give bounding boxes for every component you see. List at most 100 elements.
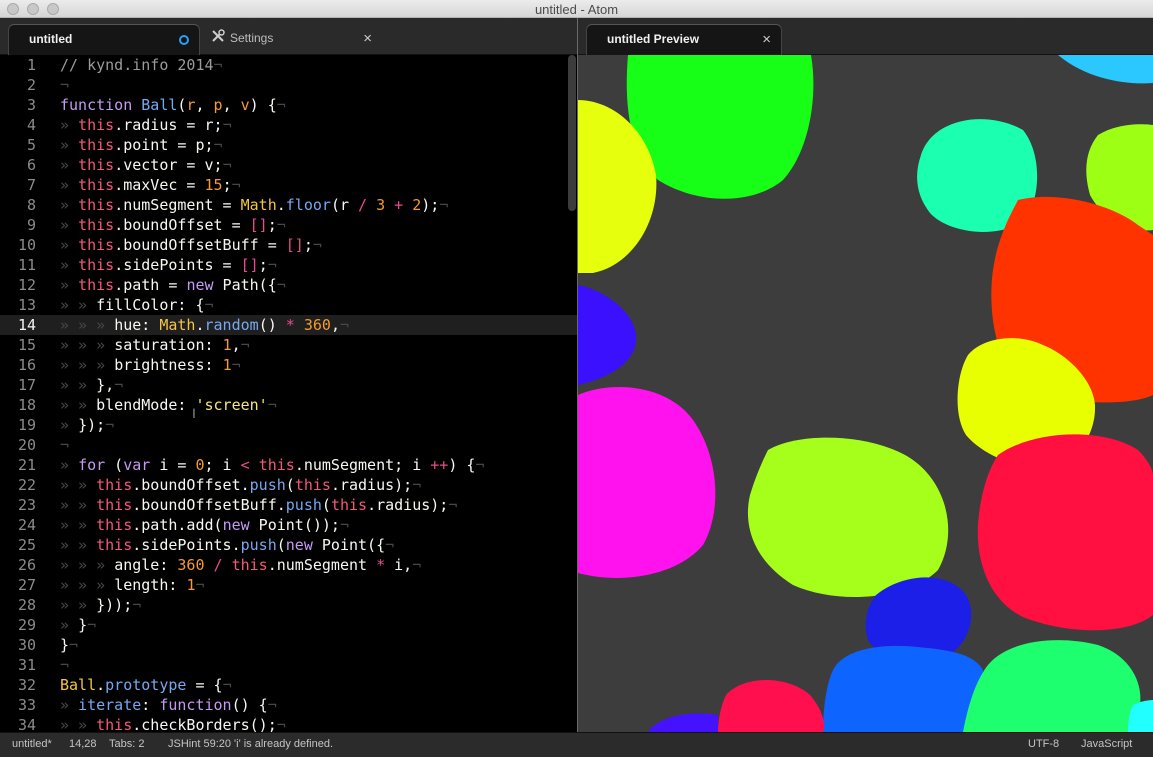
line-number[interactable]: 1 [0, 55, 44, 75]
code-line[interactable]: » » this.sidePoints.push(new Point({¬ [60, 535, 565, 555]
code-line[interactable]: » » fillColor: {¬ [60, 295, 565, 315]
line-number[interactable]: 7 [0, 175, 44, 195]
code-line[interactable]: » » blendMode: 'screen'¬ [60, 395, 565, 415]
line-number[interactable]: 8 [0, 195, 44, 215]
line-number[interactable]: 25 [0, 535, 44, 555]
status-cursor-position[interactable]: 14,28 [69, 738, 97, 750]
status-lint-message[interactable]: JSHint 59:20 'i' is already defined. [168, 738, 333, 750]
line-number[interactable]: 26 [0, 555, 44, 575]
line-number[interactable]: 9 [0, 215, 44, 235]
code-token: hue: [114, 316, 160, 334]
code-line[interactable]: » });¬ [60, 415, 565, 435]
line-number[interactable]: 33 [0, 695, 44, 715]
code-token: 360 [177, 556, 205, 574]
status-encoding[interactable]: UTF-8 [1028, 738, 1059, 750]
line-number[interactable]: 29 [0, 615, 44, 635]
code-editor[interactable]: 1 2 3 4 5 6 7 8 9 10 11 12 13 14 15 16 17 18 19 20 21 22 23 24 2… [0, 55, 577, 732]
line-number[interactable]: 22 [0, 475, 44, 495]
code-token: ¬ [448, 496, 458, 514]
code-token: + [394, 196, 404, 214]
code-line[interactable]: » » this.checkBorders();¬ [60, 715, 565, 732]
line-number[interactable]: 10 [0, 235, 44, 255]
line-number[interactable]: 31 [0, 655, 44, 675]
tab-untitled[interactable]: untitled [8, 24, 200, 55]
line-number[interactable]: 27 [0, 575, 44, 595]
code-line[interactable]: » » }));¬ [60, 595, 565, 615]
code-line[interactable]: » this.path = new Path({¬ [60, 275, 565, 295]
line-number[interactable]: 32 [0, 675, 44, 695]
line-number[interactable]: 17 [0, 375, 44, 395]
preview-canvas[interactable] [578, 55, 1153, 732]
code-line[interactable]: ¬ [60, 435, 565, 455]
line-number[interactable]: 28 [0, 595, 44, 615]
close-tab-preview-icon[interactable]: × [762, 31, 771, 48]
line-number[interactable]: 15 [0, 335, 44, 355]
code-line[interactable]: » iterate: function() {¬ [60, 695, 565, 715]
code-token: » » [60, 476, 97, 494]
code-line[interactable]: » » this.boundOffset.push(this.radius);¬ [60, 475, 565, 495]
line-number[interactable]: 20 [0, 435, 44, 455]
line-number[interactable]: 6 [0, 155, 44, 175]
line-number[interactable]: 23 [0, 495, 44, 515]
code-line[interactable]: » }¬ [60, 615, 565, 635]
code-token: } [78, 616, 88, 634]
code-line[interactable]: » » },¬ [60, 375, 565, 395]
editor-scrollbar[interactable] [568, 55, 576, 211]
code-line[interactable]: » » » length: 1¬ [60, 575, 565, 595]
line-number[interactable]: 4 [0, 115, 44, 135]
code-lines[interactable]: // kynd.info 2014¬ ¬ function Ball(r, p, v… [60, 55, 565, 732]
code-token: ¬ [339, 316, 349, 334]
ball [718, 680, 825, 732]
line-number[interactable]: 3 [0, 95, 44, 115]
status-file-name[interactable]: untitled* [12, 738, 52, 750]
status-grammar[interactable]: JavaScript [1081, 738, 1132, 750]
tab-settings[interactable]: Settings × [206, 24, 382, 55]
code-line[interactable]: » this.boundOffsetBuff = [];¬ [60, 235, 565, 255]
line-number[interactable]: 24 [0, 515, 44, 535]
line-number[interactable]: 21 [0, 455, 44, 475]
code-token: .path = [114, 276, 187, 294]
modified-indicator-icon [179, 35, 189, 45]
line-number[interactable]: 11 [0, 255, 44, 275]
code-line[interactable]: » this.sidePoints = [];¬ [60, 255, 565, 275]
code-line[interactable]: ¬ [60, 75, 565, 95]
code-line[interactable]: » this.vector = v;¬ [60, 155, 565, 175]
code-token: .sidePoints = [114, 256, 241, 274]
line-number[interactable]: 34 [0, 715, 44, 732]
code-line[interactable]: » this.radius = r;¬ [60, 115, 565, 135]
line-number[interactable]: 14 [0, 315, 44, 335]
code-line[interactable]: function Ball(r, p, v) {¬ [60, 95, 565, 115]
code-line[interactable]: » this.boundOffset = [];¬ [60, 215, 565, 235]
code-line[interactable]: ¬ [60, 655, 565, 675]
line-number[interactable]: 16 [0, 355, 44, 375]
code-line[interactable]: » this.point = p;¬ [60, 135, 565, 155]
code-token: » [60, 216, 79, 234]
code-line[interactable]: » » » hue: Math.random() * 360,¬ [60, 315, 565, 335]
code-line[interactable]: // kynd.info 2014¬ [60, 55, 565, 75]
line-number[interactable]: 30 [0, 635, 44, 655]
code-token: ¬ [195, 576, 205, 594]
line-number[interactable]: 12 [0, 275, 44, 295]
code-line[interactable]: Ball.prototype = {¬ [60, 675, 565, 695]
preview-pane[interactable] [578, 55, 1153, 732]
code-token: ¬ [339, 516, 349, 534]
code-line[interactable]: }¬ [60, 635, 565, 655]
status-tab-settings[interactable]: Tabs: 2 [109, 738, 144, 750]
line-number-gutter[interactable]: 1 2 3 4 5 6 7 8 9 10 11 12 13 14 15 16 17 18 19 20 21 22 23 24 2… [0, 55, 44, 732]
line-number[interactable]: 2 [0, 75, 44, 95]
code-line[interactable]: » » this.boundOffsetBuff.push(this.radiu… [60, 495, 565, 515]
code-line[interactable]: » this.maxVec = 15;¬ [60, 175, 565, 195]
code-token: })); [96, 596, 133, 614]
line-number[interactable]: 18 [0, 395, 44, 415]
close-tab-settings-icon[interactable]: × [363, 30, 372, 47]
code-line[interactable]: » » this.path.add(new Point());¬ [60, 515, 565, 535]
code-line[interactable]: » » » angle: 360 / this.numSegment * i,¬ [60, 555, 565, 575]
code-line[interactable]: » for (var i = 0; i < this.numSegment; i… [60, 455, 565, 475]
code-line[interactable]: » this.numSegment = Math.floor(r / 3 + 2… [60, 195, 565, 215]
line-number[interactable]: 13 [0, 295, 44, 315]
code-line[interactable]: » » » brightness: 1¬ [60, 355, 565, 375]
tab-untitled-preview[interactable]: untitled Preview × [586, 24, 782, 55]
code-line[interactable]: » » » saturation: 1,¬ [60, 335, 565, 355]
line-number[interactable]: 19 [0, 415, 44, 435]
line-number[interactable]: 5 [0, 135, 44, 155]
